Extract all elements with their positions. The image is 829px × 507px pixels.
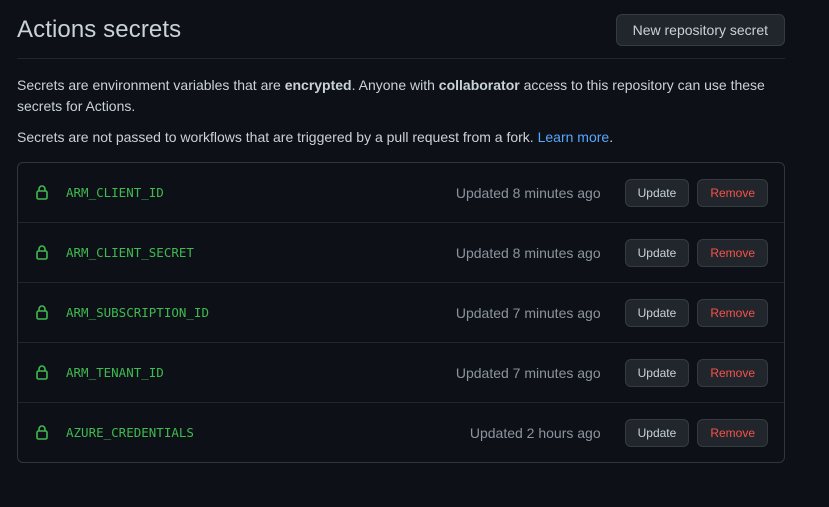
- secrets-list: ARM_CLIENT_ID Updated 8 minutes ago Upda…: [17, 162, 785, 463]
- description-text: . Anyone with: [351, 77, 439, 93]
- fork-note: Secrets are not passed to workflows that…: [17, 127, 785, 148]
- secrets-description: Secrets are environment variables that a…: [17, 75, 785, 117]
- lock-icon: [36, 425, 50, 441]
- lock-icon: [36, 185, 50, 201]
- secret-name: ARM_CLIENT_SECRET: [66, 245, 194, 260]
- lock-icon: [36, 305, 50, 321]
- secret-row: ARM_CLIENT_SECRET Updated 8 minutes ago …: [18, 222, 784, 282]
- update-secret-button[interactable]: Update: [624, 298, 690, 327]
- secret-updated-time: Updated 8 minutes ago: [455, 244, 601, 261]
- secret-name: ARM_CLIENT_ID: [66, 185, 164, 200]
- secrets-page: Actions secrets New repository secret Se…: [0, 0, 829, 507]
- secret-name: ARM_TENANT_ID: [66, 365, 164, 380]
- page-header: Actions secrets New repository secret: [17, 0, 785, 59]
- fork-note-text: Secrets are not passed to workflows that…: [17, 129, 538, 145]
- remove-secret-button[interactable]: Remove: [697, 178, 768, 207]
- remove-secret-button[interactable]: Remove: [697, 358, 768, 387]
- secret-updated-time: Updated 7 minutes ago: [455, 304, 601, 321]
- description-bold-collaborator: collaborator: [438, 77, 520, 93]
- lock-icon: [36, 365, 50, 381]
- secret-row: ARM_SUBSCRIPTION_ID Updated 7 minutes ag…: [18, 282, 784, 342]
- description-bold-encrypted: encrypted: [284, 77, 352, 93]
- remove-secret-button[interactable]: Remove: [697, 298, 768, 327]
- secret-updated-time: Updated 8 minutes ago: [455, 184, 601, 201]
- remove-secret-button[interactable]: Remove: [697, 238, 768, 267]
- secret-row: ARM_TENANT_ID Updated 7 minutes ago Upda…: [18, 342, 784, 402]
- update-secret-button[interactable]: Update: [624, 178, 690, 207]
- secret-updated-time: Updated 2 hours ago: [469, 424, 601, 441]
- update-secret-button[interactable]: Update: [624, 358, 690, 387]
- secret-row: AZURE_CREDENTIALS Updated 2 hours ago Up…: [18, 402, 784, 462]
- description-text: Secrets are environment variables that a…: [17, 77, 285, 93]
- fork-note-end: .: [609, 129, 614, 145]
- secret-name: AZURE_CREDENTIALS: [66, 425, 194, 440]
- secret-updated-time: Updated 7 minutes ago: [455, 364, 601, 381]
- learn-more-link[interactable]: Learn more: [538, 129, 610, 145]
- new-repository-secret-button[interactable]: New repository secret: [615, 14, 785, 46]
- secret-name: ARM_SUBSCRIPTION_ID: [66, 305, 209, 320]
- lock-icon: [36, 245, 50, 261]
- secret-row: ARM_CLIENT_ID Updated 8 minutes ago Upda…: [18, 163, 784, 222]
- page-title: Actions secrets: [17, 16, 182, 43]
- remove-secret-button[interactable]: Remove: [697, 418, 768, 447]
- update-secret-button[interactable]: Update: [624, 418, 690, 447]
- update-secret-button[interactable]: Update: [624, 238, 690, 267]
